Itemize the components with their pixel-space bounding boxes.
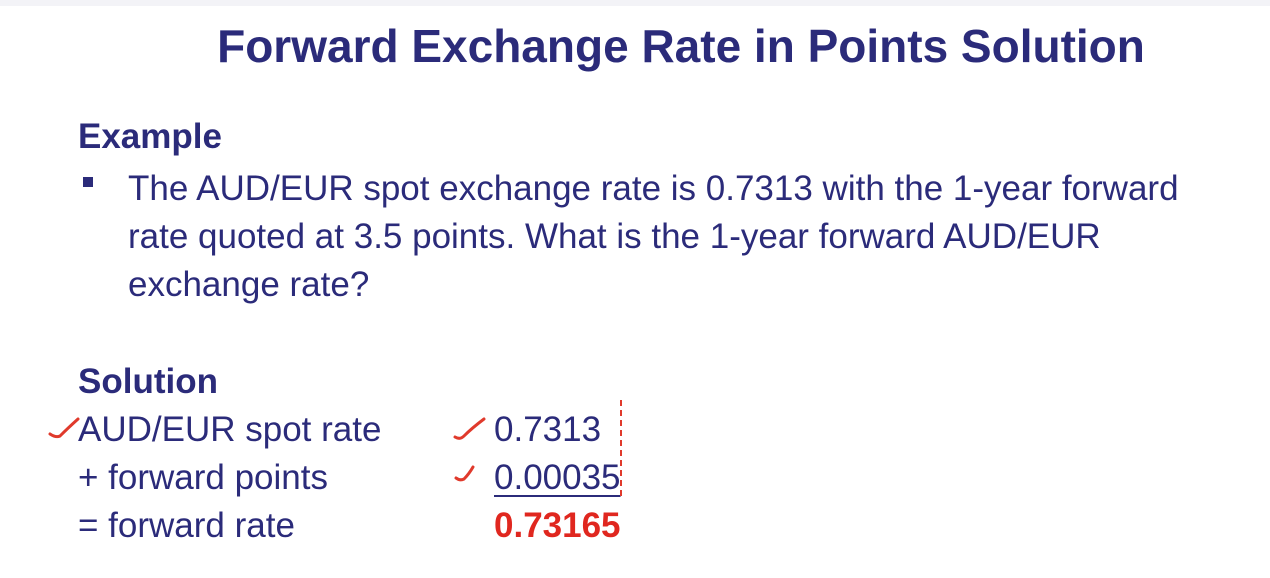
check-mark-icon: [454, 465, 475, 482]
example-heading: Example: [78, 117, 222, 156]
solution-heading: Solution: [78, 362, 218, 401]
forward-rate-label: = forward rate: [78, 506, 295, 545]
top-band: [0, 0, 1270, 6]
slide-title: Forward Exchange Rate in Points Solution: [217, 20, 1145, 72]
check-mark-icon: [453, 417, 486, 440]
forward-points-value: 0.00035: [494, 458, 621, 497]
forward-rate-value: 0.73165: [494, 506, 621, 545]
example-bullet-text: The AUD/EUR spot exchange rate is 0.7313…: [128, 169, 1179, 304]
forward-points-label: + forward points: [78, 458, 328, 497]
bullet-icon: [83, 177, 93, 187]
spot-rate-label: AUD/EUR spot rate: [78, 410, 382, 449]
check-mark-icon: [48, 417, 80, 439]
spot-rate-value: 0.7313: [494, 410, 602, 449]
